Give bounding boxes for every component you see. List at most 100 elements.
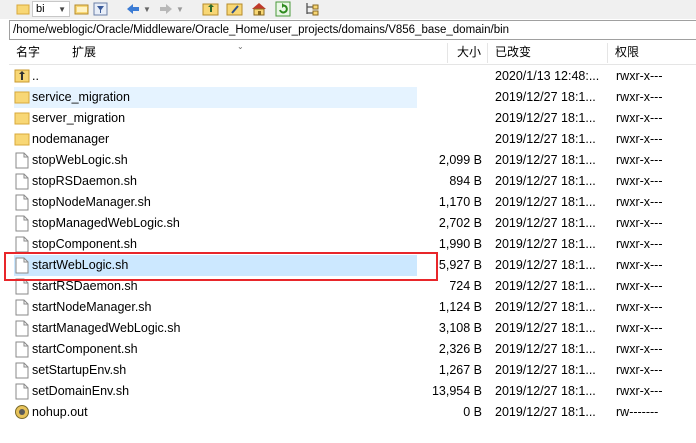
file-name: stopComponent.sh — [32, 237, 137, 251]
list-item[interactable]: setStartupEnv.sh 1,267 B 2019/12/27 18:1… — [9, 360, 696, 381]
column-modified[interactable]: 已改变 — [495, 41, 531, 64]
file-icon — [14, 299, 30, 316]
file-size: 1,267 B — [438, 363, 482, 377]
file-modified: 2019/12/27 18:1... — [495, 321, 596, 335]
file-permissions: rwxr-x--- — [616, 279, 663, 293]
list-item[interactable]: stopManagedWebLogic.sh 2,702 B 2019/12/2… — [9, 213, 696, 234]
folder-icon — [14, 110, 30, 127]
file-modified: 2019/12/27 18:1... — [495, 174, 596, 188]
nohup-file-icon — [14, 404, 30, 421]
list-item[interactable]: stopWebLogic.sh 2,099 B 2019/12/27 18:1.… — [9, 150, 696, 171]
file-name: setStartupEnv.sh — [32, 363, 127, 377]
list-item[interactable]: nohup.out 0 B 2019/12/27 18:1... rw-----… — [9, 402, 696, 423]
parent-dir-icon — [14, 68, 30, 85]
file-name: startRSDaemon.sh — [32, 279, 138, 293]
file-size: 0 B — [463, 405, 482, 419]
file-icon — [14, 194, 30, 211]
list-item[interactable]: setDomainEnv.sh 13,954 B 2019/12/27 18:1… — [9, 381, 696, 402]
file-modified: 2019/12/27 18:1... — [495, 132, 596, 146]
file-size — [392, 108, 482, 129]
back-history-dropdown-icon[interactable]: ▼ — [143, 1, 153, 17]
new-folder-icon[interactable] — [226, 1, 244, 17]
file-name: startNodeManager.sh — [32, 300, 152, 314]
list-item[interactable]: stopNodeManager.sh 1,170 B 2019/12/27 18… — [9, 192, 696, 213]
file-permissions: rwxr-x--- — [616, 321, 663, 335]
list-item[interactable]: startManagedWebLogic.sh 3,108 B 2019/12/… — [9, 318, 696, 339]
file-permissions: rwxr-x--- — [616, 363, 663, 377]
file-modified: 2019/12/27 18:1... — [495, 342, 596, 356]
refresh-icon[interactable] — [274, 1, 292, 17]
file-modified: 2019/12/27 18:1... — [495, 405, 596, 419]
folder-icon[interactable] — [16, 1, 30, 17]
file-name: stopNodeManager.sh — [32, 195, 151, 209]
path-text: /home/weblogic/Oracle/Middleware/Oracle_… — [13, 24, 510, 36]
file-name: .. — [32, 69, 39, 83]
file-modified: 2020/1/13 12:48:... — [495, 69, 600, 83]
file-permissions: rwxr-x--- — [616, 195, 663, 209]
home-icon[interactable] — [250, 1, 268, 17]
file-permissions: rwxr-x--- — [616, 153, 663, 167]
folder-icon — [14, 131, 30, 148]
file-permissions: rwxr-x--- — [616, 258, 663, 272]
file-name: server_migration — [32, 111, 126, 125]
file-modified: 2019/12/27 18:1... — [495, 363, 596, 377]
list-item[interactable]: startComponent.sh 2,326 B 2019/12/27 18:… — [9, 339, 696, 360]
file-name: nodemanager — [32, 132, 110, 146]
list-item[interactable]: startNodeManager.sh 1,124 B 2019/12/27 1… — [9, 297, 696, 318]
column-separator[interactable] — [487, 43, 488, 63]
tree-view-icon[interactable] — [303, 1, 321, 17]
file-size: 724 B — [449, 279, 482, 293]
file-icon — [14, 215, 30, 232]
column-size[interactable]: 大小 — [457, 41, 481, 64]
file-icon — [14, 173, 30, 190]
list-item[interactable]: startRSDaemon.sh 724 B 2019/12/27 18:1..… — [9, 276, 696, 297]
toolbar: bi ▼ ▼ ▼ — [0, 0, 696, 19]
file-modified: 2019/12/27 18:1... — [495, 300, 596, 314]
file-size: 2,326 B — [438, 342, 482, 356]
back-arrow-icon[interactable] — [125, 1, 141, 17]
chevron-down-icon: ▼ — [58, 4, 66, 14]
file-size: 1,170 B — [438, 195, 482, 209]
file-permissions: rwxr-x--- — [616, 216, 663, 230]
list-item[interactable]: service_migration 2019/12/27 18:1... rwx… — [9, 87, 696, 108]
list-item[interactable]: .. 2020/1/13 12:48:... rwxr-x--- — [9, 66, 696, 87]
list-item[interactable]: nodemanager 2019/12/27 18:1... rwxr-x--- — [9, 129, 696, 150]
file-size: 5,927 B — [438, 258, 482, 272]
file-name: startWebLogic.sh — [32, 258, 129, 272]
column-permissions[interactable]: 权限 — [615, 41, 639, 64]
file-size: 894 B — [449, 174, 482, 188]
column-ext[interactable]: 扩展 — [72, 41, 96, 64]
column-separator[interactable] — [447, 43, 448, 63]
file-permissions: rwxr-x--- — [616, 132, 663, 146]
path-bar[interactable]: /home/weblogic/Oracle/Middleware/Oracle_… — [9, 20, 696, 40]
parent-folder-icon[interactable] — [202, 1, 220, 17]
file-permissions: rwxr-x--- — [616, 300, 663, 314]
column-name[interactable]: 名字 — [16, 41, 40, 64]
file-icon — [14, 383, 30, 400]
forward-arrow-icon[interactable] — [158, 1, 174, 17]
list-item[interactable]: server_migration 2019/12/27 18:1... rwxr… — [9, 108, 696, 129]
file-permissions: rwxr-x--- — [616, 237, 663, 251]
folder-dropdown[interactable]: bi ▼ — [32, 1, 70, 17]
file-name: setDomainEnv.sh — [32, 384, 130, 398]
file-permissions: rwxr-x--- — [616, 111, 663, 125]
folder-dropdown-value: bi — [36, 3, 45, 15]
forward-history-dropdown-icon[interactable]: ▼ — [176, 1, 186, 17]
filter-icon[interactable] — [93, 1, 109, 17]
folder-open-icon[interactable] — [74, 1, 90, 17]
file-list: .. 2020/1/13 12:48:... rwxr-x--- service… — [9, 66, 696, 443]
column-header: 名字 扩展 大小 已改变 权限 — [9, 41, 696, 65]
file-modified: 2019/12/27 18:1... — [495, 153, 596, 167]
file-modified: 2019/12/27 18:1... — [495, 111, 596, 125]
file-name: stopRSDaemon.sh — [32, 174, 137, 188]
list-item[interactable]: startWebLogic.sh 5,927 B 2019/12/27 18:1… — [9, 255, 696, 276]
list-item[interactable]: stopRSDaemon.sh 894 B 2019/12/27 18:1...… — [9, 171, 696, 192]
file-size: 13,954 B — [431, 384, 482, 398]
column-separator[interactable] — [607, 43, 608, 63]
file-permissions: rwxr-x--- — [616, 69, 663, 83]
file-modified: 2019/12/27 18:1... — [495, 237, 596, 251]
file-modified: 2019/12/27 18:1... — [495, 279, 596, 293]
file-name: nohup.out — [32, 405, 88, 419]
file-icon — [14, 236, 30, 253]
list-item[interactable]: stopComponent.sh 1,990 B 2019/12/27 18:1… — [9, 234, 696, 255]
